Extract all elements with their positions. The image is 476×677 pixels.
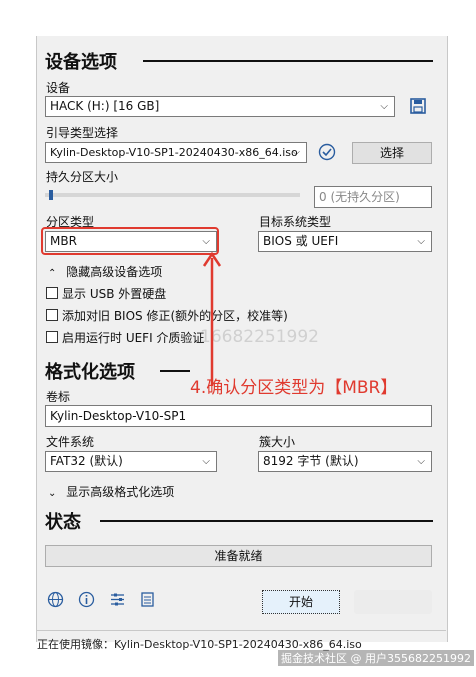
boot-label: 引导类型选择 xyxy=(46,126,119,140)
chevron-up-icon: ⌃ xyxy=(48,268,57,279)
filesystem-label: 文件系统 xyxy=(46,435,95,449)
status-section-title: 状态 xyxy=(45,512,81,533)
chevron-down-icon: ⌄ xyxy=(48,488,57,499)
status-text: 准备就绪 xyxy=(214,549,263,563)
check-icon xyxy=(318,143,336,165)
advanced-device-toggle[interactable]: ⌃ 隐藏高级设备选项 xyxy=(48,263,162,280)
volume-label: 卷标 xyxy=(46,390,71,404)
chevron-down-icon: ⌵ xyxy=(417,456,425,467)
watermark-credit: 掘金技术社区 @ 用户355682251992 xyxy=(278,650,474,666)
checkbox-usb[interactable] xyxy=(46,287,58,299)
section-divider xyxy=(100,520,433,522)
filesystem-value: FAT32 (默认) xyxy=(50,454,123,468)
settings-icon[interactable] xyxy=(109,591,126,612)
cluster-select[interactable]: 8192 字节 (默认) ⌵ xyxy=(258,451,432,472)
checkbox-uefi-label: 启用运行时 UEFI 介质验证 xyxy=(62,331,205,345)
device-section-title: 设备选项 xyxy=(45,52,117,73)
status-bar: 准备就绪 xyxy=(45,545,432,567)
boot-value: Kylin-Desktop-V10-SP1-20240430-x86_64.is… xyxy=(50,146,298,159)
globe-icon[interactable] xyxy=(47,591,64,612)
chevron-down-icon: ⌵ xyxy=(292,147,300,158)
chevron-down-icon: ⌵ xyxy=(417,236,425,247)
info-icon[interactable] xyxy=(78,591,95,612)
advanced-device-label: 隐藏高级设备选项 xyxy=(66,265,163,279)
advanced-format-toggle[interactable]: ⌄ 显示高级格式化选项 xyxy=(48,483,174,500)
checkbox-bios-label: 添加对旧 BIOS 修正(额外的分区，校准等) xyxy=(62,309,288,323)
footer-divider xyxy=(36,630,446,631)
cluster-value: 8192 字节 (默认) xyxy=(263,454,359,468)
select-button[interactable]: 选择 xyxy=(352,142,432,164)
device-value: HACK (H:) [16 GB] xyxy=(50,99,160,113)
slider-thumb[interactable] xyxy=(49,190,53,200)
annotation-text: 4.确认分区类型为【MBR】 xyxy=(190,378,398,398)
chevron-down-icon: ⌵ xyxy=(380,101,388,112)
close-button-blurred[interactable] xyxy=(354,590,432,614)
target-value: BIOS 或 UEFI xyxy=(263,234,339,248)
advanced-format-label: 显示高级格式化选项 xyxy=(66,485,175,499)
highlight-box xyxy=(41,227,219,255)
cluster-label: 簇大小 xyxy=(259,435,296,449)
checkbox-bios[interactable] xyxy=(46,309,58,321)
start-button[interactable]: 开始 xyxy=(262,590,340,614)
save-icon[interactable] xyxy=(410,98,426,118)
checkbox-uefi[interactable] xyxy=(46,331,58,343)
chevron-down-icon: ⌵ xyxy=(202,456,210,467)
boot-select[interactable]: Kylin-Desktop-V10-SP1-20240430-x86_64.is… xyxy=(45,142,307,163)
volume-label-input[interactable]: Kylin-Desktop-V10-SP1 xyxy=(45,405,432,427)
persist-label: 持久分区大小 xyxy=(46,170,119,184)
annotation-arrow xyxy=(202,251,222,386)
section-divider xyxy=(160,370,190,372)
log-icon[interactable] xyxy=(139,591,156,612)
device-label: 设备 xyxy=(46,81,71,95)
target-select[interactable]: BIOS 或 UEFI ⌵ xyxy=(258,231,432,252)
checkbox-usb-label: 显示 USB 外置硬盘 xyxy=(62,287,167,301)
filesystem-select[interactable]: FAT32 (默认) ⌵ xyxy=(45,451,217,472)
format-section-title: 格式化选项 xyxy=(45,362,135,383)
device-select[interactable]: HACK (H:) [16 GB] ⌵ xyxy=(45,96,395,117)
target-label: 目标系统类型 xyxy=(259,215,332,229)
persist-slider[interactable] xyxy=(45,190,300,200)
section-divider xyxy=(143,60,433,62)
persist-size-field[interactable]: 0 (无持久分区) xyxy=(314,186,432,208)
